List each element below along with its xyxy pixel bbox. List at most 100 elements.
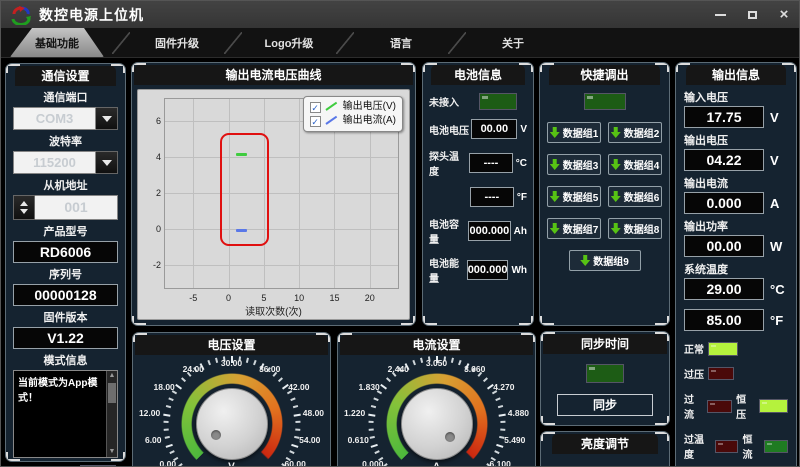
knob-position-dot: [445, 432, 455, 442]
knob-unit-label: A: [433, 462, 440, 467]
scroll-down-icon[interactable]: ▼: [107, 447, 117, 457]
window-controls: ×: [711, 1, 793, 28]
panel-sync-time: 同步时间 同步: [540, 331, 670, 426]
scale-label: 42.00: [288, 382, 309, 392]
download-icon: [550, 159, 560, 170]
row-value: 000.000: [468, 221, 511, 241]
voltage-knob[interactable]: [196, 388, 268, 460]
app-title: 数控电源上位机: [39, 5, 144, 25]
product-model-label: 产品型号: [13, 223, 118, 239]
battery-status-indicator: [479, 93, 517, 110]
sync-button[interactable]: 同步: [557, 394, 653, 416]
app-logo-icon: [9, 5, 33, 25]
title-bar: 数控电源上位机 ×: [1, 1, 799, 28]
serial-number-label: 序列号: [13, 266, 118, 282]
legend-label: 输出电流(A): [343, 114, 396, 128]
panel-title: 输出信息: [686, 65, 786, 85]
chevron-down-icon[interactable]: [96, 107, 118, 130]
x-axis-label: 读取次数(次): [138, 303, 409, 318]
panel-title: 快捷调出: [549, 65, 660, 85]
close-icon[interactable]: ×: [775, 7, 793, 23]
panel-title: 同步时间: [543, 334, 667, 354]
battery-connect-row: 未接入: [429, 93, 527, 110]
stepper-arrows-icon[interactable]: [13, 195, 35, 220]
minimize-icon[interactable]: [711, 7, 729, 23]
system-temp-f-row: 85.00 °F: [684, 309, 788, 331]
row-value: 00.00: [684, 235, 764, 257]
panel-current-setting: 电流设置 0.000 0.610 1.220 1.830 2.440 3.050…: [337, 332, 536, 467]
legend-entry-voltage: ✓ 输出电压(V): [310, 100, 396, 114]
data-group-8-button[interactable]: 数据组8: [608, 218, 662, 239]
scale-label: 1.220: [344, 408, 365, 418]
baud-rate-select[interactable]: 115200: [13, 151, 118, 174]
serial-number-value: 00000128: [13, 284, 118, 306]
slave-address-label: 从机地址: [13, 177, 118, 193]
series-sample-voltage: [325, 102, 339, 112]
scale-label: 48.00: [303, 408, 324, 418]
panel-battery-info: 电池信息 未接入 电池电压 00.00 V 探头温度 ---- °C ---- …: [422, 62, 534, 326]
app-window: 数控电源上位机 × 基础功能 固件升级 Logo升级 语言 关于 通信设置 通信…: [0, 0, 800, 467]
slave-address-stepper[interactable]: 001: [13, 195, 118, 220]
tab-about[interactable]: 关于: [474, 28, 552, 57]
scale-label: 54.00: [299, 435, 320, 445]
output-power-label: 输出功率: [684, 218, 788, 234]
checkbox-checked-icon[interactable]: ✓: [310, 116, 321, 127]
slave-address-value: 001: [35, 195, 118, 220]
data-group-7-button[interactable]: 数据组7: [547, 218, 601, 239]
status-label: 过温度: [684, 431, 711, 461]
data-group-2-button[interactable]: 数据组2: [608, 122, 662, 143]
scrollbar[interactable]: ▲ ▼: [106, 371, 117, 457]
tab-firmware-upgrade[interactable]: 固件升级: [138, 28, 216, 57]
constant-current-indicator: [764, 440, 788, 453]
scroll-up-icon[interactable]: ▲: [107, 371, 117, 381]
panel-title: 通信设置: [15, 66, 116, 86]
checkbox-checked-icon[interactable]: ✓: [310, 102, 321, 113]
current-knob[interactable]: [401, 388, 473, 460]
output-current-label: 输出电流: [684, 175, 788, 191]
tab-basic-functions[interactable]: 基础功能: [10, 28, 104, 57]
panel-quick-recall: 快捷调出 数据组1 数据组2 数据组3 数据组4 数据组5 数据组6 数据组7 …: [539, 62, 670, 326]
scrollbar-thumb[interactable]: [108, 383, 116, 403]
comm-port-label: 通信端口: [13, 89, 118, 105]
status-label: 过压: [684, 366, 704, 381]
overvoltage-indicator: [708, 367, 734, 380]
chart-area: -20246-505101520 读取次数(次) ✓ 输出电压(V) ✓ 输出电…: [137, 89, 410, 320]
row-unit: V: [520, 124, 527, 135]
tab-logo-upgrade[interactable]: Logo升级: [250, 28, 328, 57]
data-group-9-button[interactable]: 数据组9: [569, 250, 641, 271]
system-temp-c-row: 29.00 °C: [684, 278, 788, 300]
maximize-icon[interactable]: [743, 7, 761, 23]
scale-label: 60.00: [285, 459, 306, 467]
download-icon: [550, 191, 560, 202]
tab-bar: 基础功能 固件升级 Logo升级 语言 关于: [1, 28, 799, 58]
scale-label: 4.880: [508, 408, 529, 418]
product-model-value: RD6006: [13, 241, 118, 263]
comm-port-select[interactable]: COM3: [13, 107, 118, 130]
comm-port-value: COM3: [13, 107, 96, 130]
row-value: ----: [470, 187, 514, 207]
row-unit: W: [770, 239, 782, 254]
panel-title: 输出电流电压曲线: [134, 65, 413, 85]
tab-language[interactable]: 语言: [362, 28, 440, 57]
mode-info-message: 当前模式为App模式！: [18, 378, 97, 404]
scale-label: 30.00: [221, 358, 242, 368]
data-group-1-button[interactable]: 数据组1: [547, 122, 601, 143]
tab-separator: [440, 28, 474, 57]
scale-label: 2.440: [388, 364, 409, 374]
tab-separator: [104, 28, 138, 57]
panel-communication-settings: 通信设置 通信端口 COM3 波特率 115200 从机地址 001 产品型号 …: [5, 63, 126, 462]
system-temp-label: 系统温度: [684, 261, 788, 277]
chart-legend: ✓ 输出电压(V) ✓ 输出电流(A): [303, 96, 403, 132]
chevron-down-icon[interactable]: [96, 151, 118, 174]
data-group-3-button[interactable]: 数据组3: [547, 154, 601, 175]
data-group-6-button[interactable]: 数据组6: [608, 186, 662, 207]
row-unit: V: [770, 110, 779, 125]
row-value: 000.000: [467, 260, 509, 280]
status-overvoltage-row: 过压: [684, 366, 788, 381]
data-group-5-button[interactable]: 数据组5: [547, 186, 601, 207]
status-overtemp-cc-row: 过温度 恒流: [684, 431, 788, 461]
data-group-4-button[interactable]: 数据组4: [608, 154, 662, 175]
probe-temp-f-row: ---- °F: [429, 187, 527, 207]
firmware-version-label: 固件版本: [13, 309, 118, 325]
scale-label: 0.610: [348, 435, 369, 445]
